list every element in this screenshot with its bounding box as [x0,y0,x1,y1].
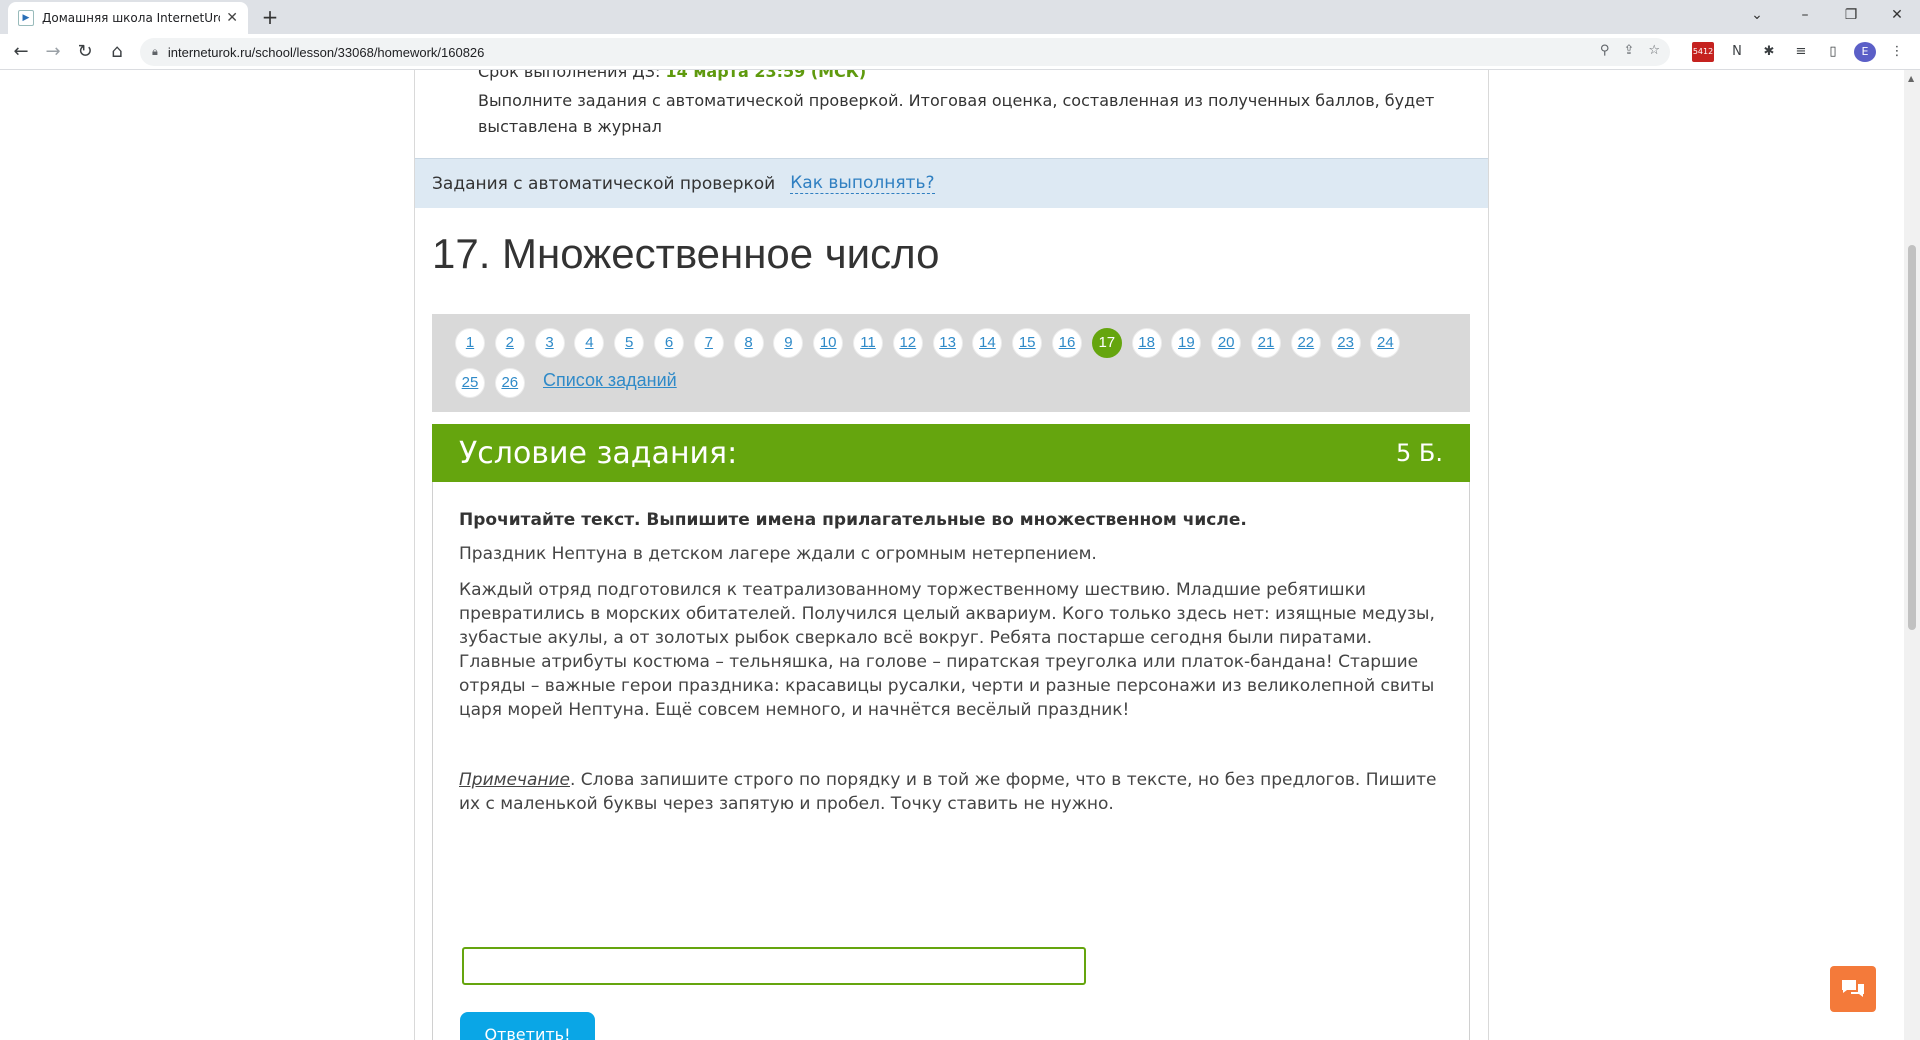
browser-toolbar: ← → ↻ ⌂ 🔒︎ interneturok.ru/school/lesson… [0,34,1920,70]
forward-icon[interactable]: → [40,40,66,64]
condition-header: Условие задания: 5 Б. [432,424,1470,482]
task-title: 17. Множественное число [432,230,940,277]
url-text: interneturok.ru/school/lesson/33068/home… [167,44,485,60]
page-button-7[interactable]: 7 [693,328,724,358]
page-button-14[interactable]: 14 [972,328,1003,358]
menu-kebab-icon[interactable]: ⋮ [1886,42,1908,62]
page-button-19[interactable]: 19 [1171,328,1202,358]
page-button-13[interactable]: 13 [932,328,963,358]
page-button-22[interactable]: 22 [1290,328,1321,358]
notion-extension-icon[interactable]: N [1726,42,1748,62]
deadline-date: 14 марта 23:59 (МСК) [665,70,867,81]
page-button-16[interactable]: 16 [1052,328,1082,358]
page-button-9[interactable]: 9 [773,328,804,358]
note-label: Примечание [459,770,570,790]
bookmark-star-icon[interactable]: ☆ [1648,43,1660,58]
condition-body: Прочитайте текст. Выпишите имена прилага… [432,482,1470,1040]
close-window-icon[interactable]: ✕ [1882,4,1912,26]
lock-icon: 🔒︎ [152,45,158,58]
chat-bubbles-icon [1842,980,1864,997]
note: Примечание. Слова запишите строго по пор… [459,768,1444,816]
tab-search-icon[interactable]: ⌄ [1742,4,1772,26]
page-button-12[interactable]: 12 [892,328,923,358]
page-button-23[interactable]: 23 [1330,328,1361,358]
site-favicon-icon: ▶ [18,10,34,26]
new-tab-icon[interactable]: + [258,6,282,28]
text-paragraph-1: Праздник Нептуна в детском лагере ждали … [459,544,1097,564]
answer-input[interactable] [462,947,1086,985]
side-panel-icon[interactable]: ▯ [1822,42,1844,62]
auto-check-bar: Задания с автоматической проверкой Как в… [415,158,1488,208]
page-button-15[interactable]: 15 [1012,328,1043,358]
scrollbar-thumb[interactable] [1908,245,1916,630]
extensions-puzzle-icon[interactable]: ✱ [1758,42,1780,62]
auto-check-label: Задания с автоматической проверкой [432,173,776,194]
deadline-label: Срок выполнения ДЗ: [478,70,666,81]
profile-avatar[interactable]: E [1854,42,1876,62]
page-button-3[interactable]: 3 [534,328,565,358]
task-pager: Список заданий 1 2 3 4 5 6 7 8 9 10 11 12 13 14 15 16 17… [432,314,1470,412]
lesson-content: Срок выполнения ДЗ: 14 марта 23:59 (МСК)… [414,70,1489,1040]
page-button-24[interactable]: 24 [1370,328,1401,358]
zoom-icon[interactable]: ⚲ [1600,43,1610,58]
address-bar[interactable]: 🔒︎ interneturok.ru/school/lesson/33068/h… [140,38,1670,66]
web-page: Срок выполнения ДЗ: 14 марта 23:59 (МСК)… [0,70,1920,1040]
how-to-link[interactable]: Как выполнять? [790,173,935,194]
page-button-20[interactable]: 20 [1211,328,1242,358]
home-icon[interactable]: ⌂ [104,40,130,64]
page-button-1[interactable]: 1 [455,328,485,358]
task-list-link[interactable]: Список заданий [543,370,677,391]
chat-button[interactable] [1830,966,1876,1012]
text-paragraph-2: Каждый отряд подготовился к театрализова… [459,580,1435,720]
page-button-10[interactable]: 10 [813,328,844,358]
tab-title: Домашняя школа InternetUrok.r [42,11,220,25]
page-button-25[interactable]: 25 [455,368,485,398]
page-button-6[interactable]: 6 [654,328,684,358]
page-button-18[interactable]: 18 [1131,328,1162,358]
page-button-8[interactable]: 8 [733,328,764,358]
page-button-11[interactable]: 11 [853,328,883,358]
browser-tab[interactable]: ▶ Домашняя школа InternetUrok.r ✕ [8,2,248,34]
minimize-icon[interactable]: – [1790,4,1820,26]
restore-icon[interactable]: ❐ [1836,4,1866,26]
deadline: Срок выполнения ДЗ: 14 марта 23:59 (МСК) [478,70,866,81]
page-button-5[interactable]: 5 [614,328,645,358]
instructions-text: Выполните задания с автоматической прове… [478,91,1435,136]
page-button-21[interactable]: 21 [1251,328,1281,358]
page-scrollbar[interactable]: ▲ [1904,70,1920,1040]
share-icon[interactable]: ⇪ [1623,43,1634,58]
page-button-26[interactable]: 26 [494,368,525,398]
submit-answer-button[interactable]: Ответить! [460,1012,595,1040]
page-button-17[interactable]: 17 [1091,328,1122,358]
browser-tab-bar: ▶ Домашняя школа InternetUrok.r ✕ + ⌄ – … [0,0,1920,34]
mail-extension-icon[interactable]: 5412 [1692,42,1714,62]
condition-title: Условие задания: [459,435,738,471]
mail-badge: 5412 [1692,47,1714,56]
reload-icon[interactable]: ↻ [72,40,98,64]
question-text: Прочитайте текст. Выпишите имена прилага… [459,510,1247,530]
reading-list-icon[interactable]: ≡ [1790,42,1812,62]
condition-points: 5 Б. [1396,439,1443,467]
close-tab-icon[interactable]: ✕ [226,10,238,26]
scroll-up-icon[interactable]: ▲ [1908,74,1914,83]
page-button-2[interactable]: 2 [494,328,525,358]
back-icon[interactable]: ← [8,40,34,64]
page-button-4[interactable]: 4 [574,328,605,358]
note-text: . Слова запишите строго по порядку и в т… [459,770,1437,814]
